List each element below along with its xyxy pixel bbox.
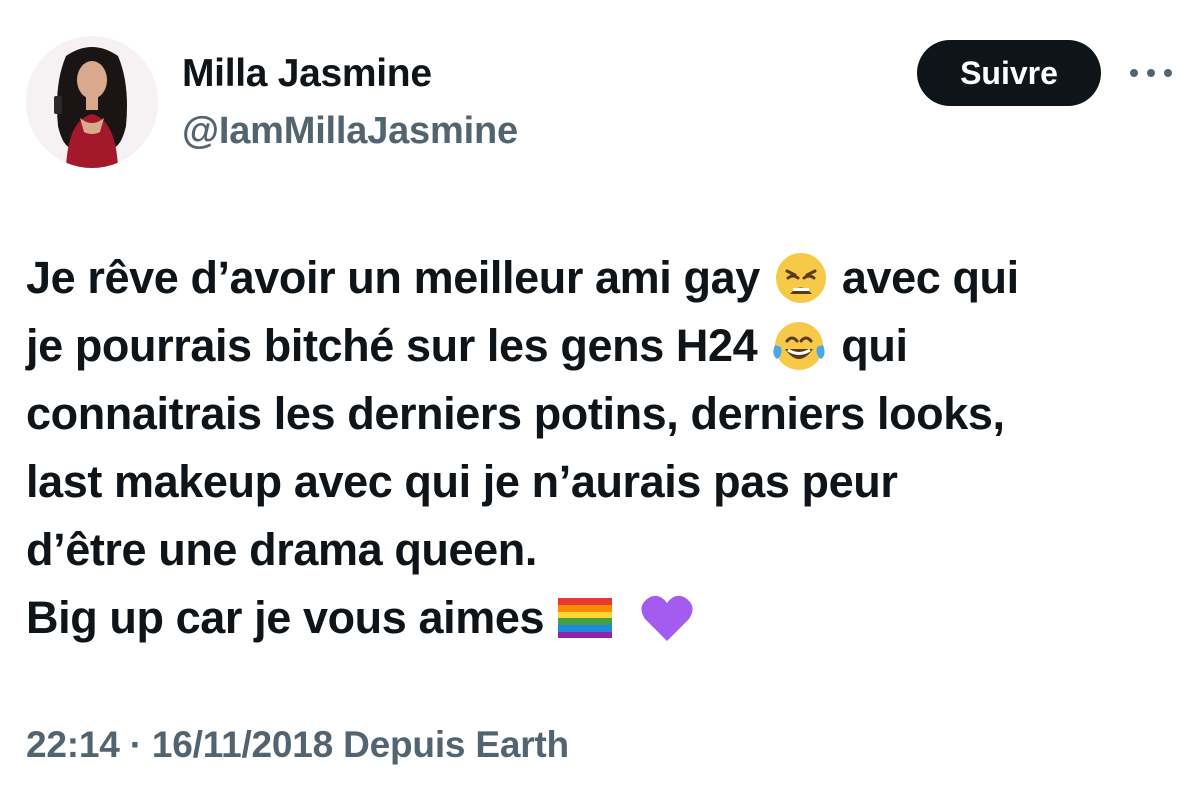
avatar[interactable] (26, 36, 158, 168)
tweet-line: d’être une drama queen. (26, 516, 1176, 584)
tweet-line-text: d’être une drama queen. (26, 524, 537, 575)
tweet-line-text: connaitrais les derniers potins, dernier… (26, 388, 1005, 439)
tweet-line-text: avec qui (841, 252, 1019, 303)
tweet-line: last makeup avec qui je n’aurais pas peu… (26, 448, 1176, 516)
tweet-line-text: qui (841, 320, 908, 371)
tweet-timestamp[interactable]: 22:14 · 16/11/2018 Depuis Earth (26, 724, 569, 766)
avatar-image (26, 36, 158, 168)
more-horizontal-icon[interactable] (1130, 66, 1172, 80)
tweet-line: Je rêve d’avoir un meilleur ami gay avec… (26, 244, 1176, 312)
tweet-line: connaitrais les derniers potins, dernier… (26, 380, 1176, 448)
display-name[interactable]: Milla Jasmine (182, 52, 432, 96)
rainbow-flag-emoji-icon (558, 598, 613, 638)
tears-of-joy-emoji-icon (771, 319, 827, 373)
tweet-line-text: je pourrais bitché sur les gens H24 (26, 320, 758, 371)
follow-button[interactable]: Suivre (917, 40, 1101, 106)
tweet-line: Big up car je vous aimes (26, 584, 1176, 652)
purple-heart-emoji-icon (640, 593, 694, 643)
tweet-line: je pourrais bitché sur les gens H24 qui (26, 312, 1176, 380)
user-handle[interactable]: @IamMillaJasmine (182, 110, 518, 153)
tweet-line-text: last makeup avec qui je n’aurais pas peu… (26, 456, 898, 507)
tweet-line-text: Je rêve d’avoir un meilleur ami gay (26, 252, 760, 303)
tweet-text: Je rêve d’avoir un meilleur ami gay avec… (26, 244, 1176, 652)
tweet-line-text: Big up car je vous aimes (26, 592, 545, 643)
weary-face-emoji-icon (774, 251, 828, 305)
